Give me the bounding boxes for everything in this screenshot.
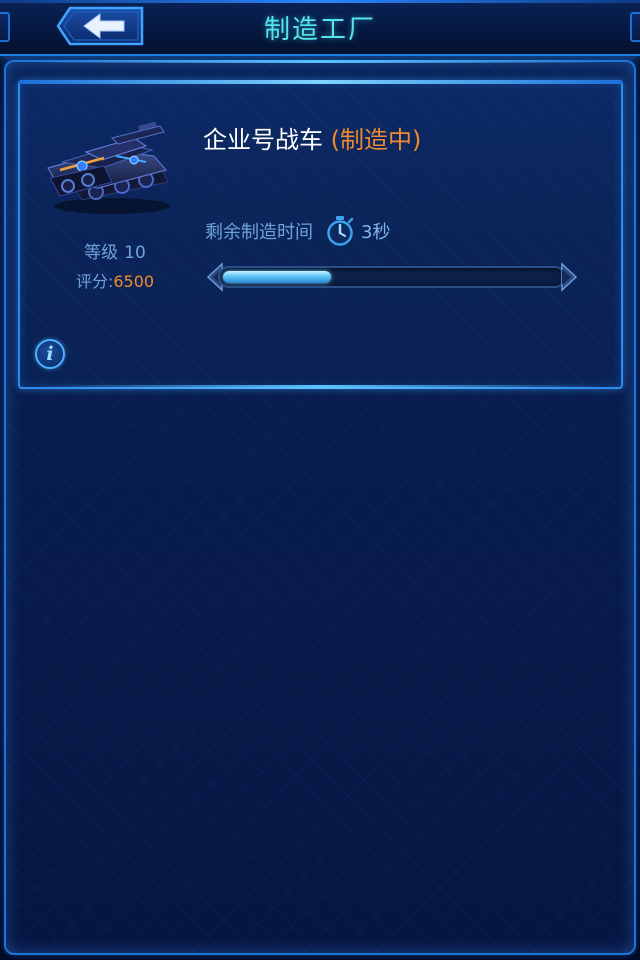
level-label: 等级 [84, 243, 119, 263]
top-bar: 制造工厂 [0, 0, 640, 56]
progress-fill [223, 271, 331, 283]
battle-vehicle-image [42, 122, 174, 218]
progress-track [218, 266, 566, 288]
unit-status: (制造中) [330, 126, 422, 154]
remaining-time-row: 剩余制造时间 3秒 [205, 214, 390, 248]
score-row: 评分:6500 [40, 268, 190, 292]
production-progress-bar [200, 262, 584, 292]
remaining-time-label: 剩余制造时间 [205, 222, 313, 243]
progress-cap-right [561, 262, 578, 292]
score-label: 评分: [75, 272, 114, 291]
production-card[interactable]: 等级 10 评分:6500 i 企业号战车 (制造中) 剩余制造时间 3秒 [18, 80, 623, 389]
score-value: 6500 [113, 272, 155, 291]
unit-title: 企业号战车 (制造中) [203, 120, 421, 155]
remaining-time-value: 3秒 [361, 222, 391, 243]
page-title: 制造工厂 [263, 15, 376, 45]
info-icon: i [46, 343, 54, 365]
level-value: 10 [124, 243, 146, 263]
level-row: 等级 10 [40, 238, 190, 263]
stopwatch-icon [327, 216, 354, 246]
unit-name: 企业号战车 [203, 126, 323, 154]
info-button[interactable]: i [35, 339, 65, 369]
game-screen: 制造工厂 等级 10 评分:6500 i 企业号战车 (制造中) 剩余制造时间 … [0, 0, 640, 960]
